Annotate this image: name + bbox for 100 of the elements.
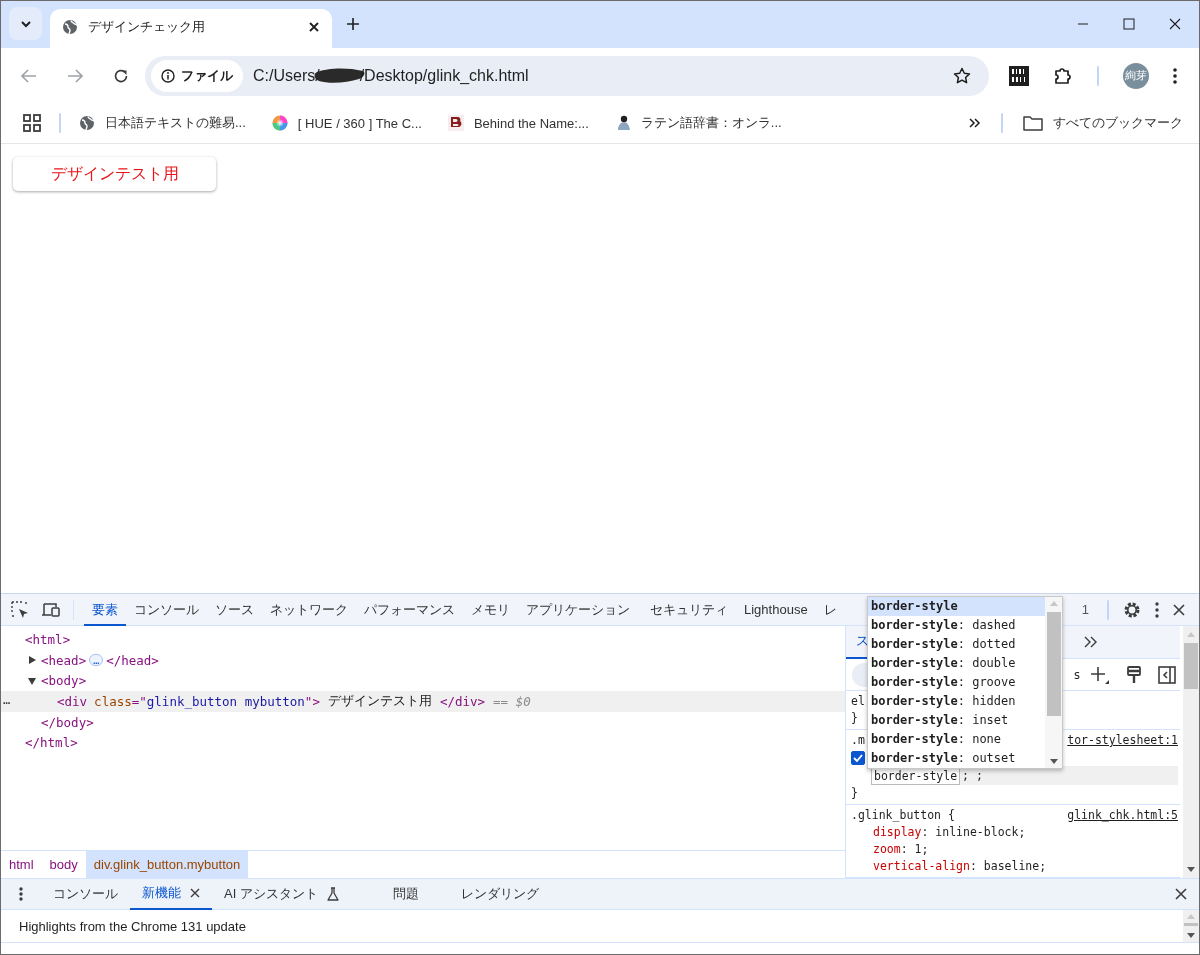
devtools-tab[interactable]: メモリ [463,593,518,626]
source-link[interactable]: tor-stylesheet:1 [1067,732,1178,749]
dom-tag[interactable]: <html> [25,631,71,647]
scroll-down-arrow-icon [1187,867,1195,872]
browser-tab[interactable]: デザインチェック用 [50,9,332,48]
drawer-tab[interactable]: 新機能 [130,878,212,910]
design-test-button[interactable]: デザインテスト用 [13,157,216,191]
scroll-up-arrow-icon [1187,914,1195,919]
drawer-tab[interactable]: コンソール [41,878,130,910]
maximize-icon[interactable] [1123,18,1135,30]
attribute-value: glink_button mybutton [146,693,305,709]
paint-roller-icon[interactable] [1126,665,1142,684]
scroll-up-arrow-icon [1187,632,1195,637]
sidebar-toggle-icon[interactable] [1158,665,1176,684]
bookmark-item[interactable]: ラテン語辞書：オンラ... [614,114,782,132]
star-icon[interactable] [953,66,971,85]
devtools-tab[interactable]: アプリケーション [518,593,638,626]
devtools-tab[interactable]: 要素 [84,593,126,626]
suggestion-item[interactable]: border-style: double [868,653,1045,673]
css-selector: .m [851,732,865,749]
all-bookmarks-item[interactable]: すべてのブックマーク [1023,114,1183,132]
suggestion-item[interactable]: border-style: none [868,729,1045,749]
puzzle-piece-icon[interactable] [1053,65,1073,86]
css-property: display [873,825,922,839]
chevron-down-icon [19,19,32,28]
tab-search-button[interactable] [9,7,42,40]
triangle-down-icon[interactable] [27,675,37,686]
apps-grid-icon[interactable] [23,114,41,132]
dom-tag: "> [304,693,320,709]
breadcrumb[interactable]: html [1,851,42,878]
css-selector: .glink_button { [851,807,955,824]
binary-extension-icon[interactable] [1009,65,1029,86]
suggestion-item[interactable]: border-style: dotted [868,634,1045,654]
bookmark-item[interactable]: [ HUE / 360 ] The C... [271,115,422,131]
devtools-tab[interactable]: パフォーマンス [356,593,463,626]
new-rule-icon[interactable] [1090,664,1110,685]
collapsed-content-button[interactable]: … [89,654,104,667]
color-wheel-icon [271,115,288,131]
device-toolbar-icon[interactable] [41,601,61,618]
site-info-chip[interactable]: ファイル [151,59,243,92]
scroll-down-arrow-icon [1049,759,1058,764]
serif-letter-icon [447,115,464,131]
more-menu-icon[interactable] [1155,601,1159,618]
row-menu-dots[interactable]: … [3,693,11,708]
css-property: vertical-align [873,859,970,873]
scrollbar[interactable] [1183,910,1199,942]
close-icon[interactable] [1173,603,1185,616]
devtools-tab[interactable]: ネットワーク [262,593,356,626]
suggestion-item[interactable]: border-style: hidden [868,691,1045,711]
scroll-thumb[interactable] [1184,643,1198,689]
scroll-thumb[interactable] [1184,923,1198,926]
new-tab-icon[interactable] [346,17,360,31]
devtools-tab[interactable]: セキュリティ [642,593,736,626]
devtools-tab[interactable]: ソース [207,593,262,626]
suggestion-item[interactable]: border-style: dashed [868,615,1045,635]
scroll-down-arrow-icon [1187,933,1195,938]
bookmark-item[interactable]: 日本語テキストの難易... [79,114,246,132]
dom-tag[interactable]: <head> [41,652,87,668]
info-icon [161,68,175,83]
chevron-double-right-icon[interactable] [969,118,981,128]
scroll-thumb[interactable] [1046,612,1061,716]
close-icon[interactable] [308,20,320,33]
scrollbar[interactable] [1183,626,1199,878]
selected-node-note: == $0 [493,693,531,709]
inspect-element-icon[interactable] [11,600,29,619]
drawer-tab[interactable]: AI アシスタント [212,878,351,910]
css-value: : baseline; [969,859,1047,873]
reload-icon[interactable] [113,67,129,84]
devtools-tab[interactable]: レ [815,593,845,626]
drawer-tab[interactable]: レンダリング [448,878,551,910]
dom-tag[interactable]: <body> [41,673,87,689]
autocomplete-list[interactable]: border-style border-style: dashed border-style: dotted border-style: double border-style: groove border-style: hidden border-style: inset border-style: none border-style: outset [867,596,1063,769]
suggestion-item[interactable]: border-style [868,597,1045,616]
devtools-tab[interactable]: Lighthouse [736,593,816,626]
property-checkbox[interactable] [851,750,865,765]
source-link[interactable]: glink_chk.html:5 [1067,807,1178,824]
globe-icon [79,115,95,131]
suggestion-item[interactable]: border-style: inset [868,710,1045,730]
issue-count[interactable]: 1 [1081,602,1089,617]
settings-icon[interactable] [1123,600,1141,619]
close-icon[interactable] [1169,18,1181,30]
suggestion-item[interactable]: border-style: outset [868,748,1045,767]
dom-tag: =" [131,693,147,709]
devtools-tab[interactable]: コンソール [126,593,207,626]
drawer-tab[interactable]: 問題 [380,878,431,910]
highlights-text: Highlights from the Chrome 131 update [19,918,246,934]
triangle-right-icon[interactable] [27,655,37,666]
dom-tag: </div> [439,693,486,709]
selected-tree-row[interactable]: … <div class="glink_button mybutton"> デザインテスト用 </div> == $0 [1,691,845,712]
chevron-double-right-icon[interactable] [1084,636,1098,648]
suggestion-item[interactable]: border-style: groove [868,672,1045,692]
more-menu-icon[interactable] [19,887,23,901]
close-icon[interactable] [190,888,200,898]
node-text: デザインテスト用 [327,692,432,710]
breadcrumb[interactable]: div.glink_button.mybutton [85,851,249,878]
filter-field[interactable] [852,662,868,687]
bookmark-item[interactable]: Behind the Name:... [447,115,589,131]
breadcrumb[interactable]: body [41,851,86,878]
close-icon[interactable] [1175,888,1187,900]
more-menu-icon[interactable] [1173,67,1177,84]
